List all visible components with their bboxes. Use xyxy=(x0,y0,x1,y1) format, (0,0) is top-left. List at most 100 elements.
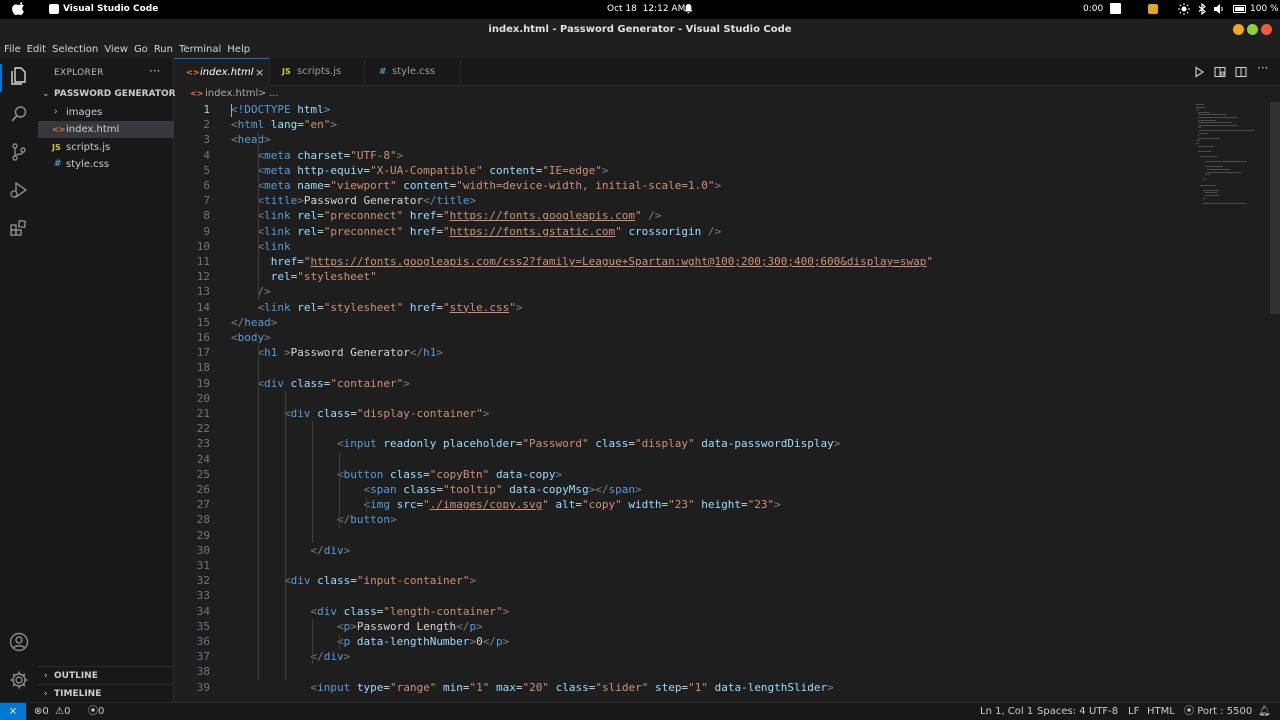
end-of-line[interactable]: LF xyxy=(1128,703,1139,720)
menu-selection[interactable]: Selection xyxy=(52,44,98,55)
project-folder-header[interactable]: ⌄ PASSWORD GENERATOR xyxy=(38,86,176,103)
live-server-port[interactable]: ⦿ Port : 5500 xyxy=(1184,703,1252,720)
code-token: data-lengthSlider xyxy=(714,680,828,694)
timeline-section[interactable]: › TIMELINE xyxy=(38,684,174,702)
open-preview-icon[interactable] xyxy=(1214,66,1226,78)
cursor-position[interactable]: Ln 1, Col 1 xyxy=(980,703,1033,720)
breadcrumb-symbols[interactable]: ... xyxy=(269,88,279,99)
system-clock[interactable]: Oct 18 12:12 AM xyxy=(607,4,685,14)
breadcrumb-file[interactable]: index.html xyxy=(205,88,258,99)
menu-file[interactable]: File xyxy=(4,44,21,55)
menu-help[interactable]: Help xyxy=(227,44,250,55)
tree-item-index-html[interactable]: <> index.html xyxy=(38,121,174,138)
language-mode[interactable]: HTML xyxy=(1147,703,1175,720)
indentation[interactable]: Spaces: 4 xyxy=(1037,703,1086,720)
volume-icon[interactable] xyxy=(1213,3,1225,15)
explorer-title: EXPLORER xyxy=(54,68,104,78)
line-content: </div> xyxy=(231,649,350,664)
bell-icon[interactable] xyxy=(684,4,693,14)
search-icon[interactable] xyxy=(9,104,29,124)
line-content: <input readonly placeholder="Password" c… xyxy=(231,436,840,451)
tree-item-scripts-js[interactable]: JS scripts.js xyxy=(38,139,174,156)
code-token: title xyxy=(436,194,470,208)
line-number: 6 xyxy=(203,179,210,192)
tab-index-html[interactable]: <> index.html × xyxy=(174,58,270,86)
notifications-bell-icon[interactable]: 🔔︎ xyxy=(1258,703,1271,720)
menu-go[interactable]: Go xyxy=(134,44,148,55)
ports-indicator[interactable]: ⦿0 xyxy=(88,703,104,720)
close-window-button[interactable] xyxy=(1261,24,1272,35)
line-number: 12 xyxy=(196,270,210,284)
minimap-line xyxy=(1204,166,1224,168)
active-app-name[interactable]: Visual Studio Code xyxy=(63,4,158,14)
bluetooth-icon[interactable] xyxy=(1196,3,1208,15)
code-token: > xyxy=(555,467,563,481)
code-token: data-lengthNumber xyxy=(356,635,470,648)
brightness-icon[interactable] xyxy=(1178,3,1190,15)
code-token: "input-container" xyxy=(356,574,470,588)
apple-icon[interactable] xyxy=(12,2,26,16)
minimap-line xyxy=(1207,171,1242,173)
editor-more-actions[interactable]: ··· xyxy=(1257,61,1268,75)
line-number: 27 xyxy=(196,498,210,512)
minimize-button[interactable] xyxy=(1233,24,1244,35)
code-editor[interactable]: 1 <!DOCTYPE html> 2 <html lang="en"> 3 <head>… xyxy=(174,102,1280,702)
account-icon[interactable] xyxy=(9,632,29,652)
close-icon[interactable]: × xyxy=(255,59,264,87)
line-content: <p data-lengthNumber>0</p> xyxy=(231,634,509,649)
tab-scripts-js[interactable]: JS scripts.js xyxy=(270,58,365,86)
code-token: "display-container" xyxy=(356,407,483,420)
minimap[interactable] xyxy=(1190,102,1270,212)
activity-bar xyxy=(0,58,38,702)
extensions-icon[interactable] xyxy=(9,218,29,238)
explorer-icon[interactable] xyxy=(9,66,29,86)
tab-style-css[interactable]: # style.css xyxy=(365,58,461,86)
run-file-icon[interactable] xyxy=(1193,66,1205,78)
remote-indicator[interactable]: ⨯ xyxy=(0,703,26,720)
code-token: data-copy xyxy=(495,467,556,481)
tree-item-label: index.html xyxy=(66,124,120,135)
menu-run[interactable]: Run xyxy=(154,44,173,55)
encoding[interactable]: UTF-8 xyxy=(1089,703,1118,720)
code-token: div xyxy=(323,543,344,557)
maximize-button[interactable] xyxy=(1247,24,1258,35)
minimap-line xyxy=(1198,145,1214,147)
code-token: max xyxy=(495,680,516,694)
battery-icon[interactable] xyxy=(1233,5,1246,13)
menu-view[interactable]: View xyxy=(104,44,128,55)
code-token: crossorigin xyxy=(628,224,702,238)
run-debug-icon[interactable] xyxy=(9,180,29,200)
code-token: </ xyxy=(456,619,470,633)
editor-scrollbar[interactable] xyxy=(1270,102,1280,314)
outline-section[interactable]: › OUTLINE xyxy=(38,666,174,684)
status-bar: ⨯ ⊗0 ⚠0 ⦿0 Ln 1, Col 1 Spaces: 4 UTF-8 L… xyxy=(0,702,1280,720)
code-token: "copy" xyxy=(582,498,622,512)
menu-terminal[interactable]: Terminal xyxy=(179,44,221,55)
problems-indicator[interactable]: ⊗0 ⚠0 xyxy=(34,703,70,720)
settings-gear-icon[interactable] xyxy=(9,670,29,690)
notes-app-icon[interactable] xyxy=(1148,4,1158,14)
code-token: = xyxy=(383,680,390,694)
explorer-more-actions[interactable]: ··· xyxy=(149,64,160,78)
code-token: > xyxy=(714,179,722,192)
minimap-line xyxy=(1204,195,1220,196)
code-token: head xyxy=(244,315,271,329)
line-number: 29 xyxy=(196,528,210,542)
code-token: = xyxy=(317,300,324,314)
tree-item-style-css[interactable]: # style.css xyxy=(38,156,174,173)
chevron-right-icon: › xyxy=(44,671,48,681)
code-token: href xyxy=(270,255,298,268)
tree-item-label: images xyxy=(66,107,103,118)
stop-recording-icon[interactable] xyxy=(1110,3,1121,14)
menu-edit[interactable]: Edit xyxy=(27,44,46,55)
split-editor-icon[interactable] xyxy=(1235,66,1247,78)
source-control-icon[interactable] xyxy=(9,142,29,162)
tree-item-images[interactable]: › images xyxy=(38,104,174,121)
code-token: > xyxy=(270,315,278,329)
